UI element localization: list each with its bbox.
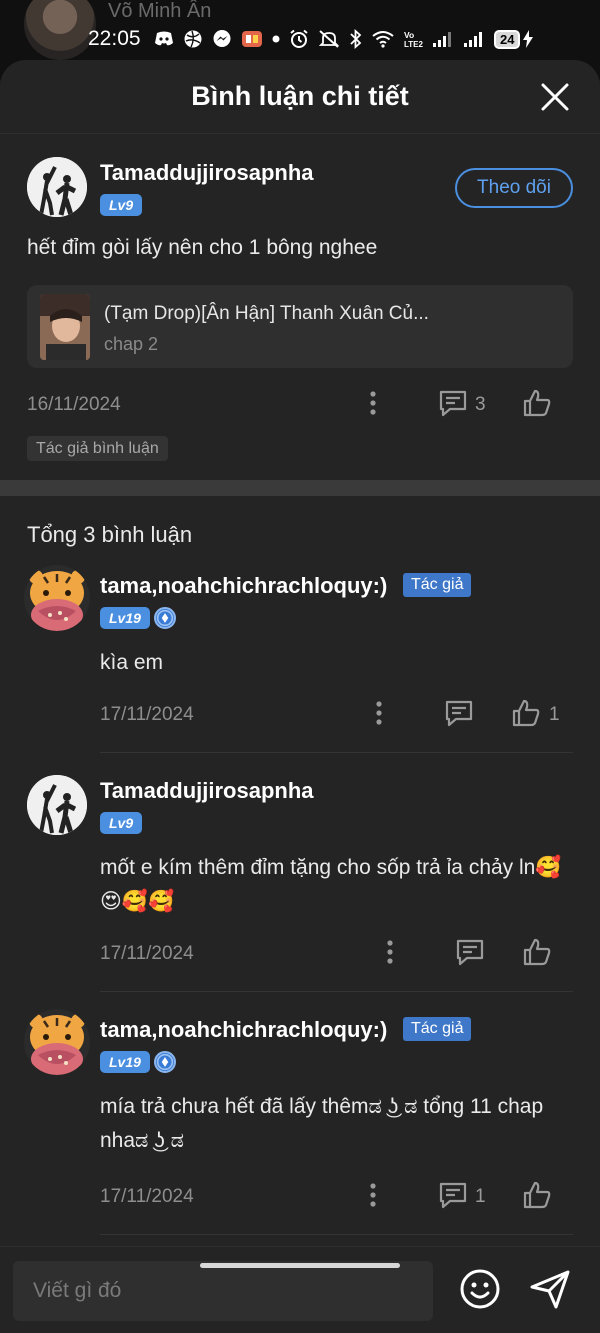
- more-options-icon[interactable]: [375, 937, 405, 967]
- more-options-icon[interactable]: [364, 698, 394, 728]
- dancers-image: [27, 775, 87, 835]
- background-profile-name: Võ Minh Ân: [108, 0, 212, 22]
- status-time: 22:05: [88, 27, 141, 50]
- reply-icon[interactable]: [455, 937, 485, 967]
- comment-date: 16/11/2024: [27, 394, 121, 415]
- total-replies: Tổng 3 bình luận: [27, 522, 193, 547]
- comment-text: hết đỉm gòi lấy nên cho 1 bông nghee: [27, 236, 378, 259]
- volte-icon: Vo LTE2: [403, 29, 423, 49]
- game-app-icon: [241, 29, 263, 49]
- reply-icon[interactable]: [444, 698, 474, 728]
- emoji-icon[interactable]: [458, 1267, 502, 1311]
- author-badge: Tác giả: [403, 573, 472, 597]
- wifi-icon: [372, 30, 394, 48]
- send-icon[interactable]: [528, 1267, 572, 1311]
- follow-button[interactable]: Theo dõi: [455, 168, 573, 208]
- reply-date: 17/11/2024: [100, 943, 194, 964]
- avatar[interactable]: [24, 1009, 90, 1075]
- comment-detail-sheet: Bình luận chi tiết Tamaddujjirosapnha Lv…: [0, 60, 600, 1333]
- bluetooth-icon: [349, 29, 363, 49]
- reply-date: 17/11/2024: [100, 1186, 194, 1207]
- verified-icon: [154, 1051, 176, 1073]
- reply-date: 17/11/2024: [100, 704, 194, 725]
- divider: [100, 1234, 573, 1235]
- like-icon[interactable]: [522, 1180, 552, 1210]
- signal-icon-1: [432, 30, 454, 48]
- avatar[interactable]: [24, 565, 90, 631]
- comment-composer: [0, 1246, 600, 1333]
- level-badge: Lv19: [100, 607, 150, 629]
- comment-input[interactable]: [13, 1261, 433, 1321]
- manga-thumbnail: [40, 294, 90, 360]
- divider: [100, 752, 573, 753]
- manga-chapter: chap 2: [104, 334, 159, 354]
- sheet-header: Bình luận chi tiết: [0, 60, 600, 134]
- reply-text: mốt e kím thêm đỉm tặng cho sốp trả ỉa c…: [100, 856, 562, 913]
- dot-icon: [272, 35, 280, 43]
- like-icon[interactable]: [522, 388, 552, 418]
- reply-username[interactable]: Tamaddujjirosapnha: [100, 778, 314, 804]
- reply-count: 3: [475, 394, 486, 415]
- signal-icon-2: [463, 30, 485, 48]
- reply-text: mía trả chưa hết đã lấy thêmಡ ͜ʖ ಡ tổng …: [100, 1095, 544, 1152]
- discord-icon: [154, 31, 174, 47]
- reply-icon[interactable]: [438, 388, 468, 418]
- status-icons: Vo LTE2 24: [154, 27, 574, 51]
- like-icon[interactable]: [511, 698, 541, 728]
- reply-username[interactable]: tama,noahchichrachloquy:): [100, 1017, 387, 1043]
- more-options-icon[interactable]: [358, 1180, 388, 1210]
- avatar[interactable]: [27, 775, 87, 835]
- tiger-avatar-image: [24, 1009, 90, 1075]
- messenger-icon: [212, 29, 232, 49]
- author-badge: Tác giả: [403, 1017, 472, 1041]
- level-badge: Lv9: [100, 194, 143, 216]
- svg-text:LTE2: LTE2: [404, 40, 423, 49]
- battery-icon: 24: [494, 29, 534, 49]
- reply-text: kìa em: [100, 651, 164, 674]
- comment-username[interactable]: Tamaddujjirosapnha: [100, 160, 314, 186]
- like-count: 1: [549, 704, 560, 725]
- reply-icon[interactable]: [438, 1180, 468, 1210]
- manga-title: (Tạm Drop)[Ân Hận] Thanh Xuân Củ...: [104, 303, 429, 324]
- verified-icon: [154, 607, 176, 629]
- like-icon[interactable]: [522, 937, 552, 967]
- page-title: Bình luận chi tiết: [191, 81, 409, 111]
- battery-level: 24: [494, 29, 521, 49]
- tiger-avatar-image: [24, 565, 90, 631]
- reply-username[interactable]: tama,noahchichrachloquy:): [100, 573, 387, 599]
- dancers-image: [27, 157, 87, 217]
- author-comment-tag: Tác giả bình luận: [27, 436, 168, 461]
- ball-icon: [183, 29, 203, 49]
- level-badge: Lv9: [100, 812, 143, 834]
- svg-text:Vo: Vo: [404, 30, 414, 40]
- alarm-icon: [289, 29, 309, 49]
- more-options-icon[interactable]: [358, 388, 388, 418]
- mute-icon: [318, 29, 340, 49]
- reply-count: 1: [475, 1186, 486, 1207]
- level-badge: Lv19: [100, 1051, 150, 1073]
- avatar[interactable]: [27, 157, 87, 217]
- charging-icon: [523, 30, 534, 48]
- close-icon[interactable]: [540, 82, 570, 112]
- manga-card[interactable]: (Tạm Drop)[Ân Hận] Thanh Xuân Củ... chap…: [27, 285, 573, 368]
- section-divider: [0, 480, 600, 496]
- home-indicator: [200, 1263, 400, 1268]
- background-avatar: [24, 0, 96, 60]
- divider: [100, 991, 573, 992]
